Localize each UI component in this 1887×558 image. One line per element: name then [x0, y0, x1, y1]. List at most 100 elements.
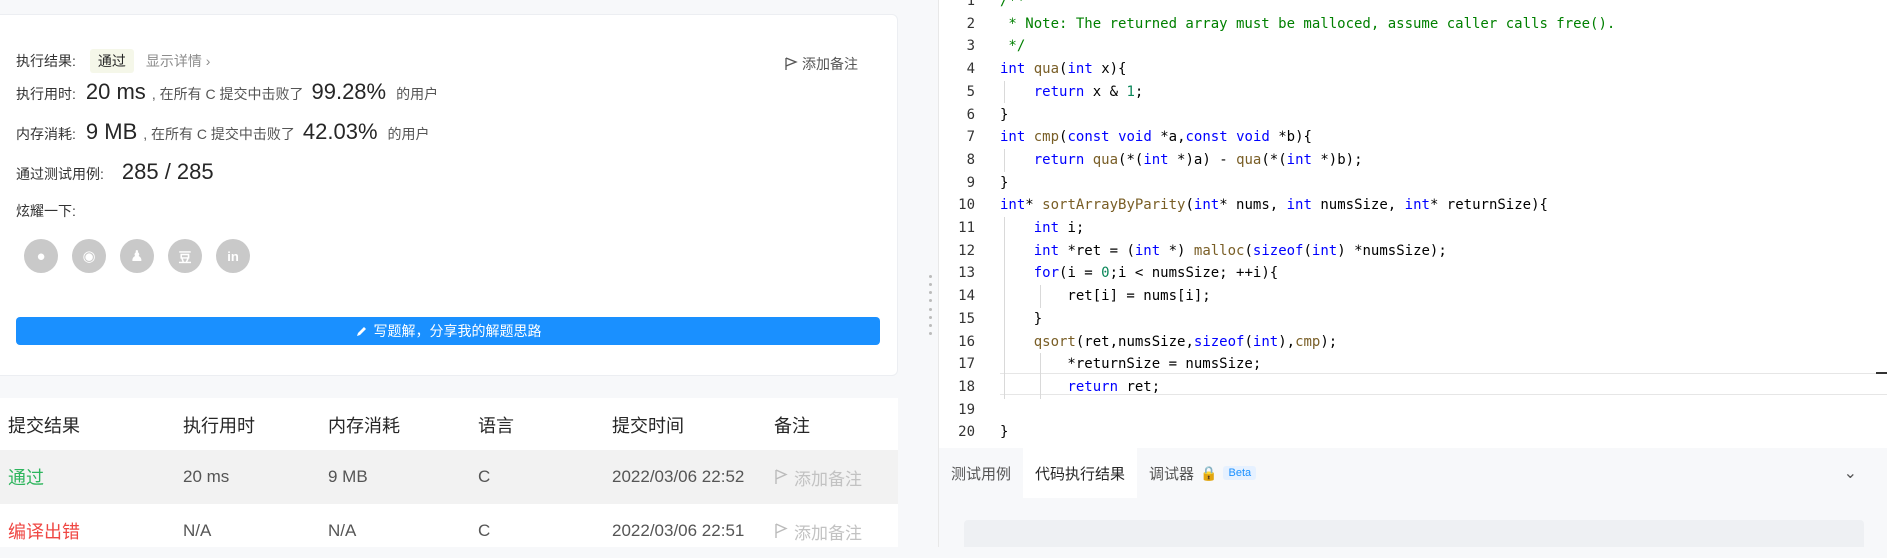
code-line[interactable]: } — [1000, 421, 1008, 444]
chevron-down-icon[interactable]: ⌄ — [1844, 463, 1857, 483]
indent-guide — [1040, 285, 1041, 308]
resize-handle[interactable] — [929, 275, 933, 335]
console-output-area — [964, 520, 1864, 547]
flag-icon — [775, 469, 788, 484]
write-solution-button[interactable]: 写题解，分享我的解题思路 — [16, 317, 880, 345]
line-number: 3 — [966, 38, 975, 55]
memory-label: 内存消耗: — [16, 126, 76, 142]
row-memory: N/A — [328, 521, 357, 540]
line-number: 13 — [958, 265, 975, 282]
code-line[interactable]: int *ret = (int *) malloc(sizeof(int) *n… — [1000, 240, 1447, 263]
header-language: 语言 — [478, 416, 514, 436]
linkedin-icon[interactable]: in — [216, 239, 250, 273]
tab-testcase[interactable]: 测试用例 — [939, 448, 1023, 498]
flag-icon — [785, 57, 798, 70]
header-note: 备注 — [774, 416, 810, 436]
row-submitted: 2022/03/06 22:52 — [612, 467, 745, 486]
tab-debugger[interactable]: 调试器 🔒 Beta — [1137, 448, 1268, 498]
header-status: 提交结果 — [8, 416, 80, 436]
code-line[interactable]: return qua(*(int *)a) - qua(*(int *)b); — [1000, 149, 1363, 172]
share-row-label: 炫耀一下: — [16, 201, 76, 221]
indent-guide — [1004, 148, 1005, 172]
exec-result-row: 执行结果: 通过 显示详情 › — [16, 49, 210, 73]
tab-testcase-label: 测试用例 — [951, 465, 1012, 483]
add-note-label: 添加备注 — [802, 56, 858, 72]
code-editor[interactable]: 1 /** 2 * Note: The returned array must be… — [939, 0, 1887, 448]
line-number: 17 — [958, 356, 975, 373]
code-line[interactable]: for(i = 0;i < numsSize; ++i){ — [1000, 262, 1278, 285]
write-solution-label: 写题解，分享我的解题思路 — [373, 323, 542, 339]
table-row[interactable]: 编译出错 N/A N/A C 2022/03/06 22:51 添加备注 — [0, 504, 898, 558]
line-number: 10 — [958, 197, 975, 214]
douban-icon[interactable]: 豆 — [168, 239, 202, 273]
line-number: 14 — [958, 288, 975, 305]
code-line[interactable]: return x & 1; — [1000, 81, 1144, 104]
memory-tail: 的用户 — [387, 126, 430, 142]
row-submitted: 2022/03/06 22:51 — [612, 521, 745, 540]
code-line[interactable]: int* sortArrayByParity(int* nums, int nu… — [1000, 194, 1548, 217]
row-note-label: 添加备注 — [794, 523, 862, 543]
wechat-icon[interactable]: ● — [24, 239, 58, 273]
row-add-note-button[interactable]: 添加备注 — [774, 465, 862, 490]
code-line[interactable]: } — [1000, 104, 1008, 127]
row-add-note-button[interactable]: 添加备注 — [774, 519, 862, 544]
code-line[interactable]: int i; — [1000, 217, 1085, 240]
table-row[interactable]: 通过 20 ms 9 MB C 2022/03/06 22:52 添加备注 — [0, 450, 898, 504]
memory-value: 9 MB — [85, 119, 138, 144]
row-language: C — [478, 521, 491, 540]
code-line[interactable]: /** — [1000, 0, 1025, 13]
row-note-label: 添加备注 — [794, 469, 862, 489]
runtime-value: 20 ms — [85, 79, 146, 104]
line-number: 1 — [966, 0, 975, 9]
line-number: 2 — [966, 15, 975, 32]
qq-icon[interactable]: ♟ — [120, 239, 154, 273]
table-header: 提交结果 执行用时 内存消耗 语言 提交时间 备注 — [0, 398, 898, 452]
pencil-icon — [356, 326, 366, 336]
line-number: 12 — [958, 242, 975, 259]
beta-badge: Beta — [1223, 466, 1257, 480]
row-runtime: N/A — [183, 521, 212, 540]
code-line[interactable]: ret[i] = nums[i]; — [1000, 285, 1210, 308]
header-memory: 内存消耗 — [328, 416, 400, 436]
status-badge: 通过 — [89, 49, 134, 73]
runtime-tail: 的用户 — [396, 86, 439, 102]
line-number: 16 — [958, 333, 975, 350]
testcases-row: 通过测试用例: 285 / 285 — [16, 159, 214, 185]
weibo-icon[interactable]: ◉ — [72, 239, 106, 273]
code-line[interactable]: * Note: The returned array must be mallo… — [1000, 13, 1615, 36]
code-line[interactable]: } — [1000, 172, 1008, 195]
runtime-beat-text: , 在所有 C 提交中击败了 — [151, 86, 304, 102]
tab-run-result[interactable]: 代码执行结果 — [1023, 448, 1138, 498]
add-note-button[interactable]: 添加备注 — [784, 54, 858, 74]
code-line[interactable]: } — [1000, 308, 1042, 331]
code-line[interactable]: int cmp(const void *a,const void *b){ — [1000, 126, 1312, 149]
runtime-percentile: 99.28% — [311, 79, 387, 104]
line-number: 19 — [958, 401, 975, 418]
runtime-row: 执行用时: 20 ms , 在所有 C 提交中击败了 99.28% 的用户 — [16, 79, 438, 105]
line-number: 15 — [958, 310, 975, 327]
submissions-table: 提交结果 执行用时 内存消耗 语言 提交时间 备注 通过 20 ms 9 MB … — [0, 398, 898, 547]
code-line[interactable]: */ — [1000, 35, 1025, 58]
header-submitted: 提交时间 — [612, 416, 684, 436]
testcases-value: 285 / 285 — [121, 159, 214, 184]
runtime-label: 执行用时: — [16, 86, 76, 102]
result-card: 执行结果: 通过 显示详情 › 添加备注 执行用时: 20 ms , 在所有 C… — [0, 14, 898, 376]
row-status[interactable]: 编译出错 — [8, 518, 80, 544]
console-tabs: 测试用例 代码执行结果 调试器 🔒 Beta — [939, 448, 1268, 498]
memory-beat-text: , 在所有 C 提交中击败了 — [143, 126, 295, 142]
line-number: 7 — [966, 129, 975, 146]
code-line[interactable]: qsort(ret,numsSize,sizeof(int),cmp); — [1000, 331, 1338, 354]
code-line[interactable]: int qua(int x){ — [1000, 58, 1126, 81]
row-language: C — [478, 467, 491, 486]
scroll-marker — [1876, 372, 1887, 374]
row-memory: 9 MB — [328, 467, 368, 486]
line-number: 4 — [966, 61, 975, 78]
row-status[interactable]: 通过 — [8, 464, 44, 490]
share-label: 炫耀一下: — [16, 203, 76, 219]
line-number: 9 — [966, 174, 975, 191]
line-number: 20 — [958, 424, 975, 441]
show-details-link[interactable]: 显示详情 › — [146, 51, 211, 71]
code-line[interactable]: return ret; — [1000, 376, 1160, 399]
indent-guide — [1040, 353, 1041, 399]
line-number: 5 — [966, 83, 975, 100]
